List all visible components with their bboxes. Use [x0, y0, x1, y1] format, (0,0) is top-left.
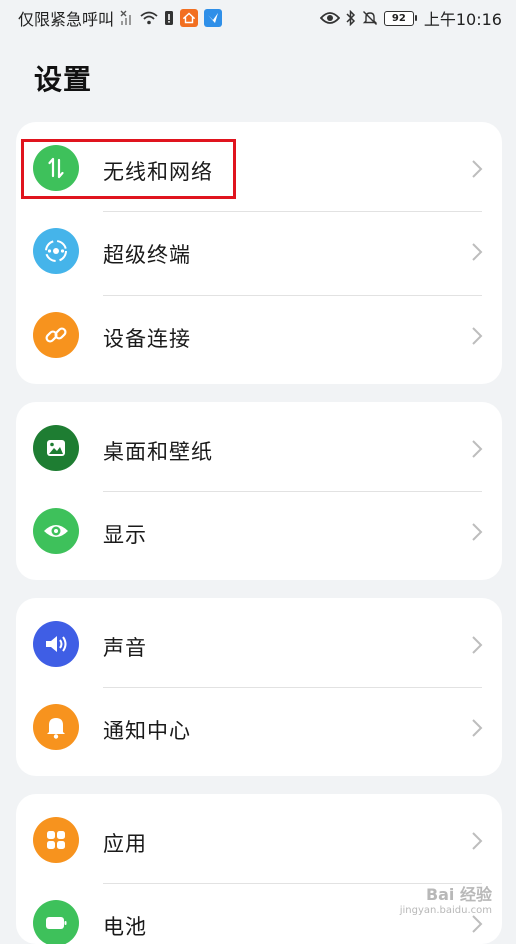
alert-sim-icon [164, 10, 174, 26]
chevron-right-icon [472, 915, 483, 933]
settings-item-sound[interactable]: 声音 [16, 605, 502, 689]
battery-indicator: 92 [383, 10, 417, 26]
settings-group-display: 桌面和壁纸 显示 [16, 402, 502, 580]
chevron-right-icon [472, 719, 483, 737]
eye-comfort-icon [319, 11, 340, 25]
settings-item-label: 超级终端 [103, 243, 191, 267]
page-title: 设置 [34, 63, 93, 96]
settings-item-apps[interactable]: 应用 [16, 801, 502, 885]
settings-item-label: 声音 [103, 636, 147, 660]
messenger-app-icon [204, 9, 223, 27]
speaker-icon [33, 621, 79, 667]
settings-item-label: 应用 [103, 832, 147, 856]
eye-icon [33, 508, 79, 554]
settings-item-notification-center[interactable]: 通知中心 [16, 688, 502, 772]
chevron-right-icon [472, 327, 483, 345]
settings-group-apps: 应用 电池 [16, 794, 502, 944]
battery-icon [33, 900, 79, 944]
watermark-sub: jingyan.baidu.com [399, 905, 492, 916]
chevron-right-icon [472, 243, 483, 261]
chevron-right-icon [472, 440, 483, 458]
watermark: Bai 经验 jingyan.baidu.com [400, 881, 492, 916]
settings-item-label: 设备连接 [103, 327, 191, 351]
chevron-right-icon [472, 636, 483, 654]
link-icon [33, 312, 79, 358]
super-device-icon [33, 228, 79, 274]
settings-item-home-wallpaper[interactable]: 桌面和壁纸 [16, 409, 502, 493]
highlight-box [21, 139, 236, 199]
settings-item-display[interactable]: 显示 [16, 492, 502, 576]
settings-item-device-connection[interactable]: 设备连接 [16, 296, 502, 380]
chevron-right-icon [472, 832, 483, 850]
battery-level: 92 [391, 12, 406, 24]
settings-item-label: 显示 [103, 523, 147, 547]
apps-icon [33, 817, 79, 863]
settings-item-label: 通知中心 [103, 719, 191, 743]
no-signal-icon [120, 10, 134, 26]
settings-group-sound: 声音 通知中心 [16, 598, 502, 776]
carrier-text: 仅限紧急呼叫 [18, 10, 115, 29]
bluetooth-icon [346, 10, 356, 26]
watermark-main: Bai 经验 [425, 885, 492, 904]
settings-item-label: 桌面和壁纸 [103, 440, 213, 464]
wallpaper-icon [33, 425, 79, 471]
chevron-right-icon [472, 523, 483, 541]
settings-item-super-device[interactable]: 超级终端 [16, 212, 502, 296]
chevron-right-icon [472, 160, 483, 178]
status-bar: 仅限紧急呼叫 92 上午10:16 [0, 0, 516, 36]
wifi-icon [140, 11, 158, 25]
clock: 上午10:16 [423, 10, 502, 29]
mute-bell-icon [362, 10, 378, 26]
settings-item-label: 电池 [103, 915, 147, 939]
home-app-icon [180, 9, 199, 27]
bell-icon [33, 704, 79, 750]
